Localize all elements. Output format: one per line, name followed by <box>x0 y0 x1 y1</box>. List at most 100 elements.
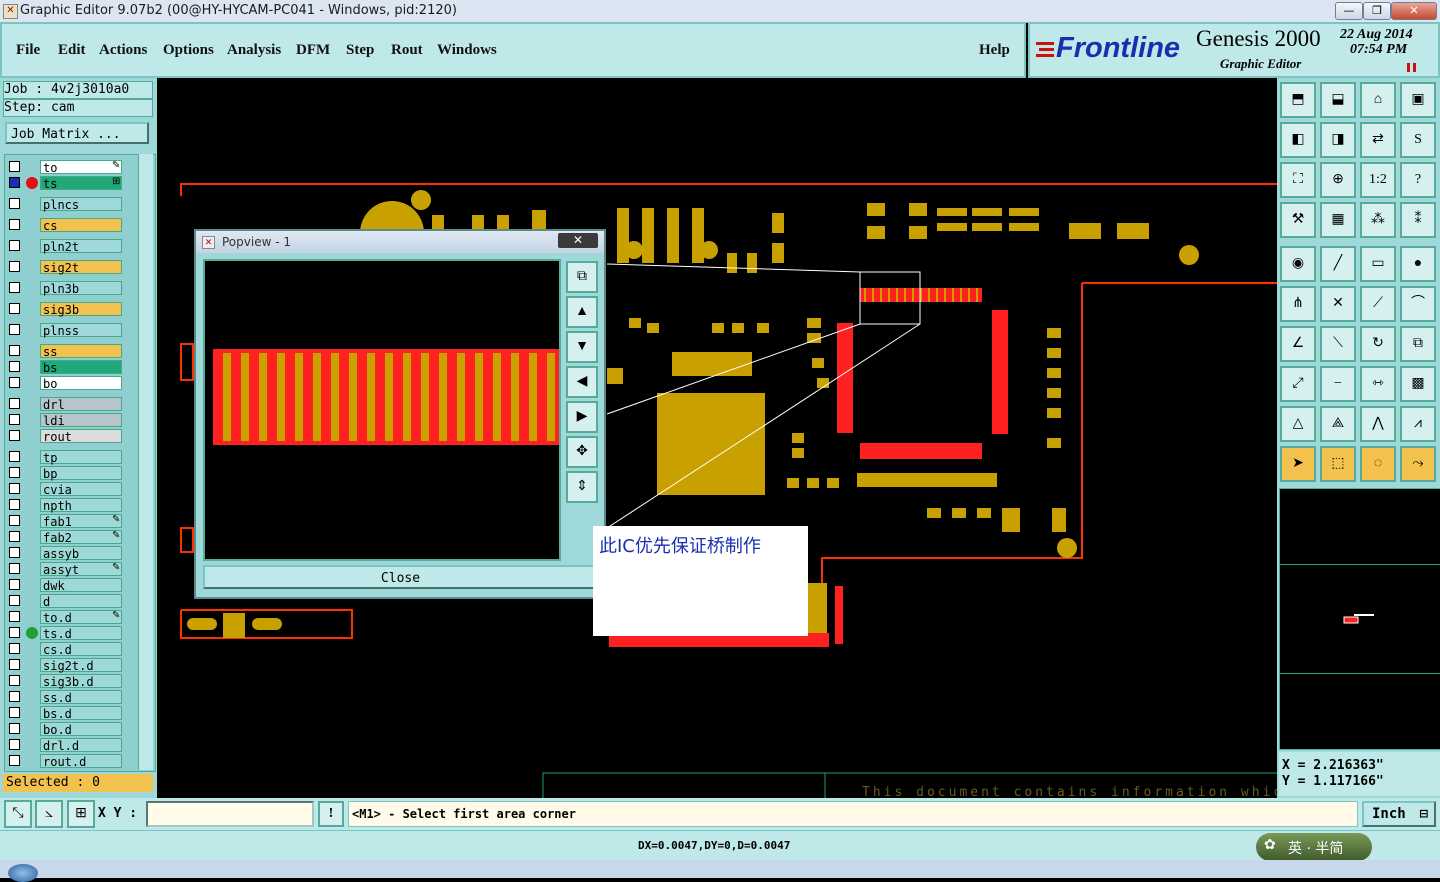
layer-checkbox[interactable] <box>9 595 20 606</box>
popview-zoom-in-icon[interactable]: ✥ <box>566 436 598 468</box>
layer-checkbox[interactable] <box>9 398 20 409</box>
snap-mode-icon[interactable]: ⤡ <box>4 800 32 828</box>
layer-checkbox[interactable] <box>9 755 20 766</box>
tool-rotate-icon[interactable]: ↻ <box>1360 326 1396 362</box>
popview-pan-up-icon[interactable]: ▲ <box>566 296 598 328</box>
tool-lasso-icon[interactable]: ◌ <box>1360 446 1396 482</box>
layer-row-plncs[interactable]: plncs <box>6 197 124 212</box>
menu-analysis[interactable]: Analysis <box>227 42 281 59</box>
tool-peak-icon[interactable]: ⋀ <box>1360 406 1396 442</box>
menu-windows[interactable]: Windows <box>437 42 497 59</box>
grid-mode-icon[interactable]: ⊞ <box>67 800 95 828</box>
tool-layers-icon[interactable]: ⁂ <box>1360 202 1396 238</box>
tool-move-right-icon[interactable]: ◨ <box>1320 122 1356 158</box>
tool-measure-icon[interactable]: ⇿ <box>1360 366 1396 402</box>
layer-checkbox[interactable] <box>9 240 20 251</box>
layer-checkbox[interactable] <box>9 261 20 272</box>
popview-zoom-fit-icon[interactable]: ⧉ <box>566 261 598 293</box>
tool-pad-icon[interactable]: ◉ <box>1280 246 1316 282</box>
layer-checkbox[interactable] <box>9 627 20 638</box>
layer-row-plnss[interactable]: plnss <box>6 323 124 338</box>
menu-edit[interactable]: Edit <box>58 42 86 59</box>
tool-fit-icon[interactable]: ⛶ <box>1280 162 1316 198</box>
layer-row-fab2[interactable]: fab2 ✎ <box>6 530 124 545</box>
layer-row-sig3b[interactable]: sig3b <box>6 302 124 317</box>
menu-actions[interactable]: Actions <box>99 42 147 59</box>
layer-row-assyb[interactable]: assyb <box>6 546 124 561</box>
layer-row-sig2t-d[interactable]: sig2t.d <box>6 658 124 673</box>
tool-zoom-icon[interactable]: ⊕ <box>1320 162 1356 198</box>
tool-slope-icon[interactable]: ⟍ <box>1320 326 1356 362</box>
layer-row-to-d[interactable]: to.d ✎ <box>6 610 124 625</box>
popview-close-button[interactable]: Close <box>203 565 598 589</box>
layer-row-drl[interactable]: drl <box>6 397 124 412</box>
layer-checkbox[interactable] <box>9 643 20 654</box>
layer-row-bp[interactable]: bp <box>6 466 124 481</box>
tool-select-icon[interactable]: ⬚ <box>1320 446 1356 482</box>
layer-checkbox[interactable] <box>9 531 20 542</box>
tool-arc-icon[interactable]: ⌒ <box>1400 286 1436 322</box>
layer-checkbox[interactable] <box>9 377 20 388</box>
layer-row-cs-d[interactable]: cs.d <box>6 642 124 657</box>
layer-checkbox[interactable] <box>9 161 20 172</box>
layer-checkbox[interactable] <box>9 219 20 230</box>
close-button[interactable]: ✕ <box>1391 2 1437 20</box>
minimize-button[interactable]: — <box>1335 2 1363 20</box>
tool-edge-icon[interactable]: ⩘ <box>1400 406 1436 442</box>
layer-checkbox[interactable] <box>9 451 20 462</box>
layer-checkbox[interactable] <box>9 177 20 188</box>
layer-checkbox[interactable] <box>9 361 20 372</box>
layer-checkbox[interactable] <box>9 282 20 293</box>
layer-checkbox[interactable] <box>9 691 20 702</box>
tool-panel-icon[interactable]: ▣ <box>1400 82 1436 118</box>
layer-checkbox[interactable] <box>9 547 20 558</box>
layer-checkbox[interactable] <box>9 563 20 574</box>
layer-row-bo[interactable]: bo <box>6 376 124 391</box>
layer-row-ts[interactable]: ts ⊞ <box>6 176 124 191</box>
layer-checkbox[interactable] <box>9 430 20 441</box>
menu-step[interactable]: Step <box>346 42 374 59</box>
tool-grid-icon[interactable]: ▦ <box>1320 202 1356 238</box>
units-select[interactable]: Inch ⊟ <box>1362 801 1436 827</box>
layer-row-cs[interactable]: cs <box>6 218 124 233</box>
tool-s-curve-icon[interactable]: S <box>1400 122 1436 158</box>
tool-connect-icon[interactable]: ⋔ <box>1280 286 1316 322</box>
menu-help[interactable]: Help <box>979 42 1010 59</box>
restore-button[interactable]: ❐ <box>1363 2 1391 20</box>
layer-checkbox[interactable] <box>9 515 20 526</box>
layer-row-rout[interactable]: rout <box>6 429 124 444</box>
layer-checkbox[interactable] <box>9 611 20 622</box>
tool-scale-icon[interactable]: ⤢ <box>1280 366 1316 402</box>
tool-mirror-icon[interactable]: ⇄ <box>1360 122 1396 158</box>
layer-checkbox[interactable] <box>9 659 20 670</box>
overview-panel[interactable] <box>1279 488 1440 750</box>
layer-row-dwk[interactable]: dwk <box>6 578 124 593</box>
tool-save-icon[interactable]: ⬓ <box>1320 82 1356 118</box>
tool-cross-icon[interactable]: ✕ <box>1320 286 1356 322</box>
layer-checkbox[interactable] <box>9 303 20 314</box>
tool-route-icon[interactable]: ⤳ <box>1400 446 1436 482</box>
tool-triangle-icon[interactable]: △ <box>1280 406 1316 442</box>
xy-input[interactable] <box>146 801 314 827</box>
tool-copy-icon[interactable]: ⧉ <box>1400 326 1436 362</box>
layer-checkbox[interactable] <box>9 324 20 335</box>
tool-open-icon[interactable]: ⬒ <box>1280 82 1316 118</box>
layer-row-bs-d[interactable]: bs.d <box>6 706 124 721</box>
layer-checkbox[interactable] <box>9 499 20 510</box>
tool-line-icon[interactable]: ╱ <box>1320 246 1356 282</box>
layer-checkbox[interactable] <box>9 579 20 590</box>
popview-zoom-out-icon[interactable]: ⇕ <box>566 471 598 503</box>
tool-pointer-icon[interactable]: ➤ <box>1280 446 1316 482</box>
layer-checkbox[interactable] <box>9 467 20 478</box>
layer-row-pln2t[interactable]: pln2t <box>6 239 124 254</box>
menu-rout[interactable]: Rout <box>391 42 423 59</box>
layer-row-bs[interactable]: bs <box>6 360 124 375</box>
tool-minus-icon[interactable]: − <box>1320 366 1356 402</box>
popview-pan-right-icon[interactable]: ▶ <box>566 401 598 433</box>
layer-checkbox[interactable] <box>9 723 20 734</box>
tool-angle-icon[interactable]: ∠ <box>1280 326 1316 362</box>
layer-row-cvia[interactable]: cvia <box>6 482 124 497</box>
ime-indicator[interactable]: ✿ 英 · 半简 <box>1256 833 1372 861</box>
alert-icon[interactable]: ! <box>318 801 344 827</box>
layer-row-ldi[interactable]: ldi <box>6 413 124 428</box>
